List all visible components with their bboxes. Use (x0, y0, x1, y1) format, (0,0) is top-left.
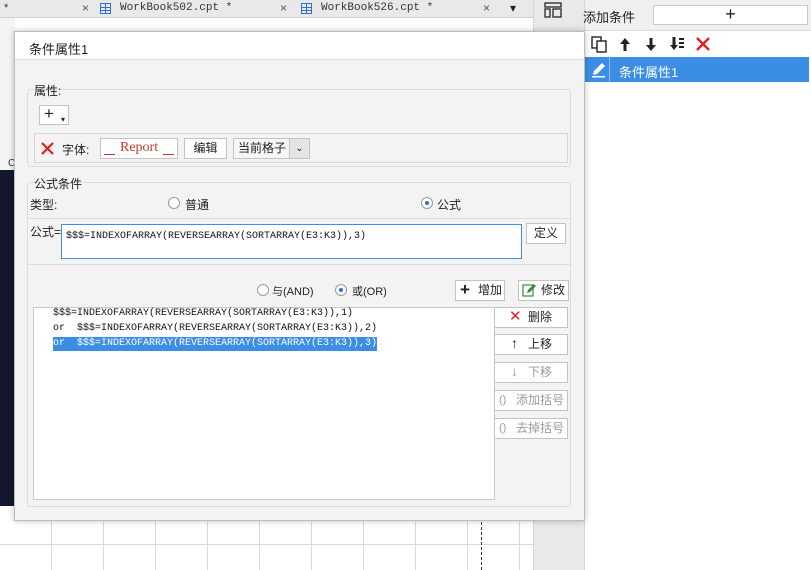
arrow-up-icon[interactable] (616, 35, 634, 53)
formula-condition-label: 公式条件 (34, 177, 83, 191)
type-normal-label[interactable]: 普通 (185, 196, 209, 213)
plus-icon: + (460, 280, 470, 299)
edit-font-button[interactable]: 编辑 (184, 138, 227, 159)
formula-label: 公式= (30, 225, 62, 239)
logic-and-radio[interactable] (257, 284, 269, 296)
font-label: 字体: (62, 143, 90, 157)
move-down-button[interactable]: ↓ 下移 (494, 362, 568, 383)
bracket-icon: () (499, 394, 507, 406)
page-break-line (481, 522, 482, 570)
type-formula-radio[interactable] (421, 197, 433, 209)
dialog-title-bar: 条件属性1 (15, 32, 584, 60)
type-formula-label[interactable]: 公式 (437, 196, 461, 213)
tab-close-icon[interactable]: × (280, 0, 287, 17)
condition-list-item[interactable]: 条件属性1 (585, 57, 809, 82)
delete-condition-button[interactable]: ✕ 删除 (494, 307, 568, 328)
arrow-up-icon: ↑ (511, 335, 518, 351)
tab-previous[interactable]: * × (4, 0, 89, 18)
sheet-edge (0, 18, 15, 170)
delete-icon: ✕ (509, 308, 522, 325)
sheet-dark-area (0, 170, 15, 506)
condition-list-item-label: 条件属性1 (619, 65, 679, 80)
copy-icon[interactable] (590, 35, 608, 53)
chevron-down-icon: ⌄ (289, 139, 309, 158)
modify-icon (522, 284, 536, 297)
condition-list (585, 57, 811, 570)
workbook-file-icon (100, 3, 111, 14)
modify-button[interactable]: 修改 (518, 280, 569, 301)
move-up-button[interactable]: ↑ 上移 (494, 334, 568, 355)
add-condition-button[interactable]: + (653, 5, 808, 25)
condition-attribute-dialog: 条件属性1 属性: + ▾ 字体: Report 编辑 当前格子 ⌄ 公式条件 类… (14, 31, 585, 521)
arrow-down-icon: ↓ (511, 363, 518, 379)
divider (28, 218, 570, 219)
tab-label: WorkBook502.cpt * (120, 2, 233, 14)
logic-and-label[interactable]: 与(AND) (272, 283, 314, 299)
add-property-button[interactable]: + ▾ (39, 105, 69, 125)
delete-icon[interactable] (694, 35, 712, 53)
move-bottom-icon[interactable] (668, 35, 686, 53)
spreadsheet-grid (0, 522, 533, 570)
tab-label: WorkBook526.cpt * (321, 2, 434, 14)
font-preview: Report (100, 138, 178, 159)
tab-list-dropdown-icon[interactable]: ▾ (510, 1, 516, 15)
condition-panel-title: 添加条件 (583, 10, 636, 25)
tab-close-icon[interactable]: × (483, 0, 490, 17)
plus-icon: + (44, 104, 54, 123)
arrow-down-icon[interactable] (642, 35, 660, 53)
remove-property-icon[interactable] (39, 140, 56, 157)
layout-icon[interactable] (544, 2, 562, 18)
dialog-title: 条件属性1 (29, 42, 89, 57)
tab-close-icon[interactable]: × (82, 0, 89, 17)
workbook-tab-bar: * × WorkBook502.cpt * × WorkBook526.cpt … (0, 0, 533, 18)
divider (28, 264, 570, 265)
add-bracket-button[interactable]: () 添加括号 (494, 390, 568, 411)
chevron-down-icon: ▾ (60, 115, 65, 124)
formula-input[interactable]: $$$=INDEXOFARRAY(REVERSEARRAY(SORTARRAY(… (61, 224, 522, 259)
list-item-selected[interactable]: or $$$=INDEXOFARRAY(REVERSEARRAY(SORTARR… (53, 337, 378, 351)
tab-label: * (4, 2, 9, 14)
workbook-file-icon (301, 3, 312, 14)
list-item[interactable]: $$$=INDEXOFARRAY(REVERSEARRAY(SORTARRAY(… (53, 307, 353, 321)
logic-or-label[interactable]: 或(OR) (352, 283, 387, 299)
properties-label: 属性: (34, 84, 62, 98)
logic-or-radio[interactable] (335, 284, 347, 296)
add-condition-item-button[interactable]: + 增加 (455, 280, 505, 301)
type-label: 类型: (30, 198, 58, 212)
remove-bracket-button[interactable]: () 去掉括号 (494, 418, 568, 439)
edit-pencil-icon (587, 57, 610, 82)
type-normal-radio[interactable] (168, 197, 180, 209)
scope-select[interactable]: 当前格子 ⌄ (233, 138, 310, 159)
define-button[interactable]: 定义 (526, 223, 566, 244)
scope-select-value: 当前格子 (238, 141, 287, 155)
remove-bracket-icon: () (499, 422, 507, 434)
list-item[interactable]: or $$$=INDEXOFARRAY(REVERSEARRAY(SORTARR… (53, 322, 377, 336)
